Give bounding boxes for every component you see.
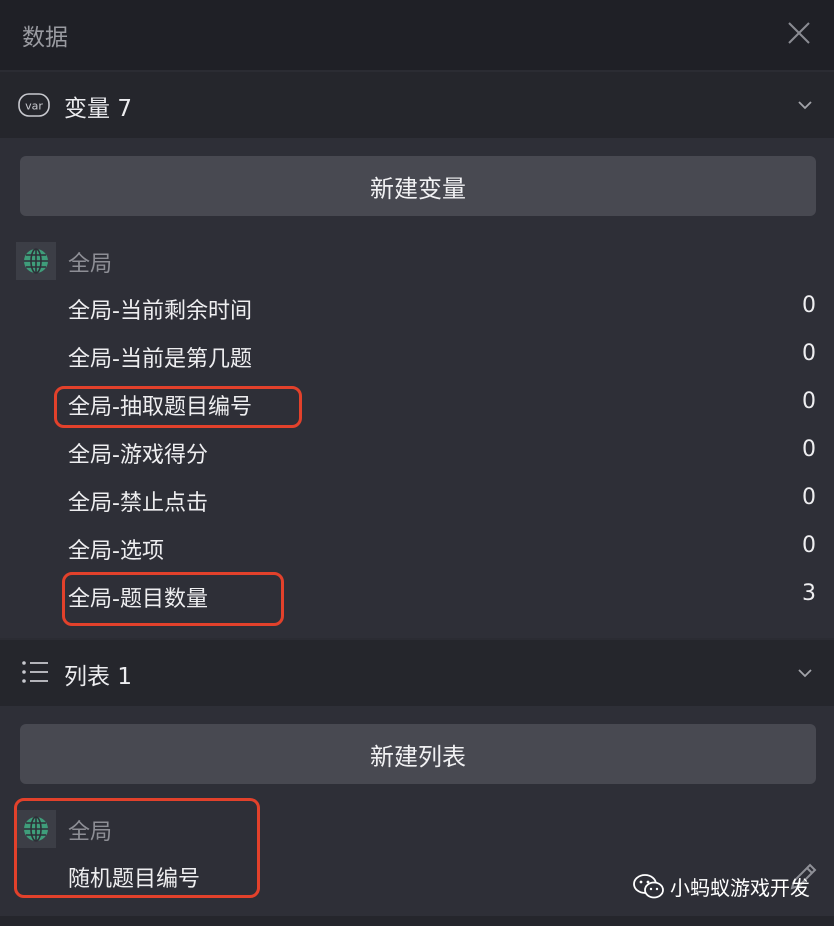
variable-value: 0: [802, 485, 816, 510]
variables-section-label: 变量: [64, 96, 110, 122]
variable-name: 全局-当前是第几题: [68, 347, 252, 372]
var-badge-icon: var: [18, 93, 50, 117]
watermark: 小蚂蚁游戏开发: [632, 872, 810, 901]
variable-value: 0: [802, 293, 816, 318]
variable-name: 全局-禁止点击: [68, 491, 208, 516]
variable-row[interactable]: 全局-当前是第几题 0: [0, 332, 834, 380]
variable-name: 全局-游戏得分: [68, 443, 208, 468]
new-list-button[interactable]: 新建列表: [20, 724, 816, 784]
variable-value: 0: [802, 533, 816, 558]
close-icon[interactable]: [786, 20, 812, 46]
variable-name: 全局-选项: [68, 539, 164, 564]
panel-title: 数据: [22, 25, 68, 51]
variable-value: 0: [802, 437, 816, 462]
list-icon: [22, 661, 48, 683]
group-label: 全局: [68, 252, 113, 277]
variable-row[interactable]: 全局-游戏得分 0: [0, 428, 834, 476]
svg-text:var: var: [25, 100, 43, 113]
variable-value: 0: [802, 341, 816, 366]
new-variable-button[interactable]: 新建变量: [20, 156, 816, 216]
variables-section-title: 变量 7: [64, 89, 132, 123]
lists-section-title: 列表 1: [64, 657, 132, 691]
lists-section-header[interactable]: 列表 1: [0, 640, 834, 706]
variable-name: 全局-当前剩余时间: [68, 299, 252, 324]
chevron-down-icon[interactable]: [796, 96, 814, 114]
variable-row[interactable]: 全局-禁止点击 0: [0, 476, 834, 524]
variable-value: 3: [802, 581, 816, 606]
highlight-box: [14, 798, 260, 898]
panel-titlebar: 数据: [0, 0, 834, 70]
highlight-box: [62, 572, 284, 626]
variable-row[interactable]: 全局-选项 0: [0, 524, 834, 572]
chevron-down-icon[interactable]: [796, 664, 814, 682]
lists-section-label: 列表: [64, 664, 110, 690]
variable-value: 0: [802, 389, 816, 414]
variables-count: 7: [117, 96, 132, 122]
watermark-text: 小蚂蚁游戏开发: [670, 876, 810, 900]
variable-row[interactable]: 全局-当前剩余时间 0: [0, 284, 834, 332]
wechat-icon: [633, 873, 664, 898]
lists-count: 1: [117, 664, 132, 690]
variables-section-header[interactable]: var 变量 7: [0, 72, 834, 138]
bottom-bar: [0, 916, 834, 926]
globe-icon: [16, 242, 56, 280]
highlight-box: [54, 386, 302, 428]
